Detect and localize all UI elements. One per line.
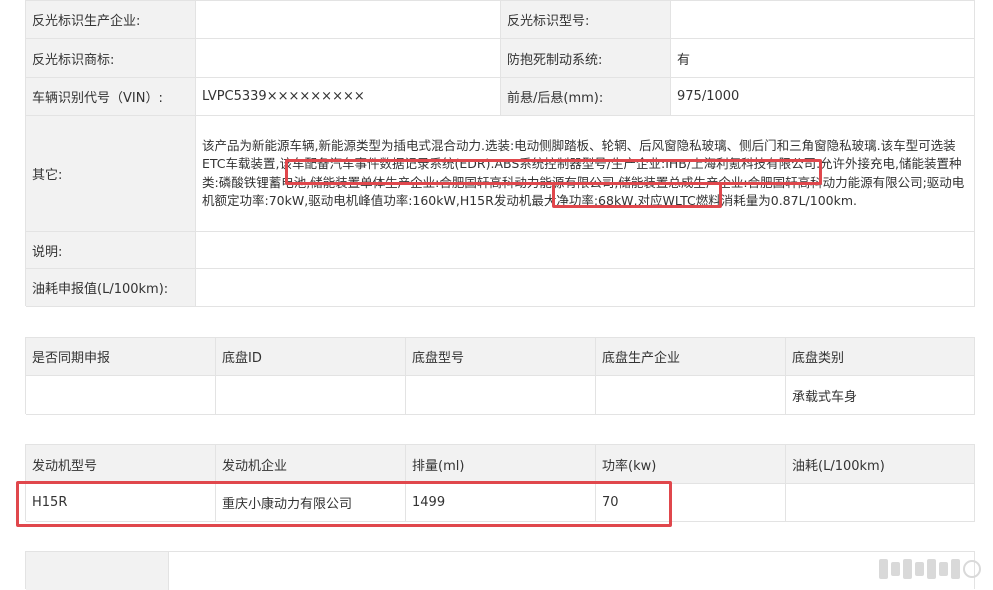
chassis-model-value: [406, 376, 596, 415]
reflective-mark-brand-value: [196, 39, 501, 78]
chassis-category-value: 承载式车身: [786, 376, 975, 415]
bottom-table-partial: [25, 551, 975, 590]
watermark-bar: [927, 559, 936, 579]
engine-table: 发动机型号 发动机企业 排量(ml) 功率(kw) 油耗(L/100km) H1…: [25, 444, 975, 522]
engine-header-model: 发动机型号: [26, 445, 216, 484]
chassis-header-manufacturer: 底盘生产企业: [596, 338, 786, 376]
vin-value: LVPC5339×××××××××: [196, 78, 501, 116]
chassis-header-category: 底盘类别: [786, 338, 975, 376]
watermark-logo: [879, 559, 981, 579]
fuel-consumption-label: 油耗申报值(L/100km):: [26, 269, 196, 307]
engine-header-manufacturer: 发动机企业: [216, 445, 406, 484]
other-label: 其它:: [26, 116, 196, 232]
chassis-header-model: 底盘型号: [406, 338, 596, 376]
engine-header-fuel-consumption: 油耗(L/100km): [786, 445, 975, 484]
reflective-mark-manufacturer-value: [196, 1, 501, 39]
watermark-bar: [939, 562, 948, 576]
reflective-mark-manufacturer-label: 反光标识生产企业:: [26, 1, 196, 39]
engine-displacement-value: 1499: [406, 484, 596, 522]
overhang-value: 975/1000: [671, 78, 975, 116]
fuel-consumption-value: [196, 269, 975, 307]
chassis-id-value: [216, 376, 406, 415]
vin-label: 车辆识别代号（VIN）:: [26, 78, 196, 116]
watermark-bar: [951, 559, 960, 579]
engine-model-value: H15R: [26, 484, 216, 522]
engine-manufacturer-value: 重庆小康动力有限公司: [216, 484, 406, 522]
watermark-bar: [915, 562, 924, 576]
engine-fuel-consumption-value: [786, 484, 975, 522]
engine-header-displacement: 排量(ml): [406, 445, 596, 484]
chassis-table: 是否同期申报 底盘ID 底盘型号 底盘生产企业 底盘类别 承载式车身: [25, 337, 975, 415]
chassis-manufacturer-value: [596, 376, 786, 415]
note-value: [196, 232, 975, 269]
reflective-mark-brand-label: 反光标识商标:: [26, 39, 196, 78]
overhang-label: 前悬/后悬(mm):: [501, 78, 671, 116]
watermark-circle-icon: [963, 560, 981, 578]
abs-system-value: 有: [671, 39, 975, 78]
note-label: 说明:: [26, 232, 196, 269]
chassis-header-same-period: 是否同期申报: [26, 338, 216, 376]
chassis-header-id: 底盘ID: [216, 338, 406, 376]
watermark-bar: [879, 559, 888, 579]
engine-power-value: 70: [596, 484, 786, 522]
engine-header-power: 功率(kw): [596, 445, 786, 484]
watermark-bar: [891, 562, 900, 576]
reflective-mark-model-label: 反光标识型号:: [501, 1, 671, 39]
abs-system-label: 防抱死制动系统:: [501, 39, 671, 78]
bottom-table-label-cell: [26, 552, 169, 590]
chassis-same-period-value: [26, 376, 216, 415]
other-description: 该产品为新能源车辆,新能源类型为插电式混合动力.选装:电动侧脚踏板、轮辋、后风窗…: [196, 116, 975, 232]
watermark-bar: [903, 559, 912, 579]
reflective-mark-model-value: [671, 1, 975, 39]
vehicle-info-table: 反光标识生产企业: 反光标识型号: 反光标识商标: 防抱死制动系统: 有 车辆识…: [25, 0, 975, 307]
